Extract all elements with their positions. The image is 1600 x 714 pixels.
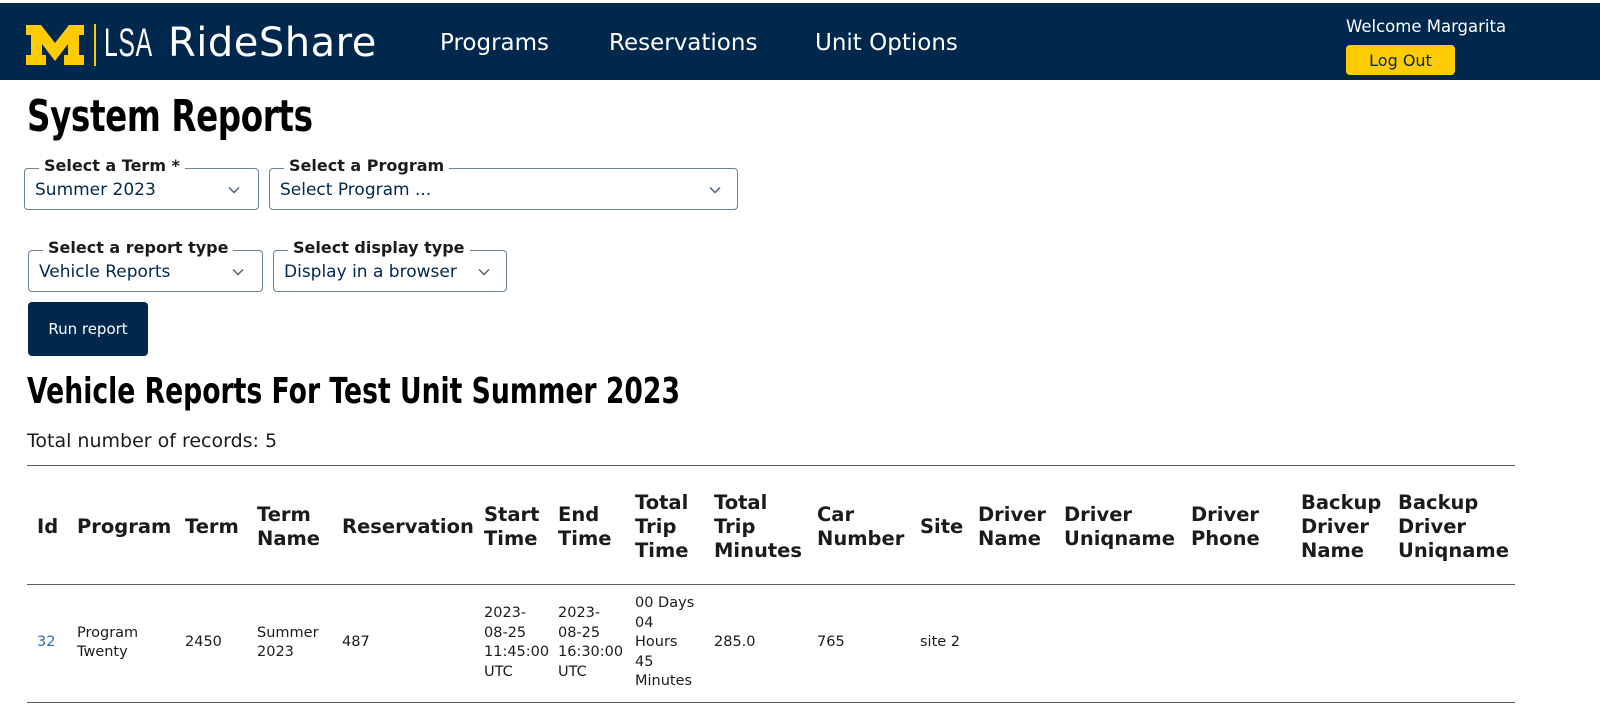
table-cell: 2023- 08-25 16:30:00 UTC bbox=[558, 605, 624, 680]
program-select-label: Select a Program bbox=[284, 156, 450, 175]
display-type-select-value: Display in a browser bbox=[284, 262, 457, 282]
university-m-logo-icon[interactable] bbox=[26, 25, 84, 65]
column-header: Reservation bbox=[342, 515, 474, 538]
table-cell: 2023- 08-25 11:45:00 UTC bbox=[484, 605, 550, 680]
table-cell: 00 Days 04 Hours 45 Minutes bbox=[635, 595, 695, 690]
term-select-label: Select a Term * bbox=[39, 156, 185, 175]
report-type-select-value: Vehicle Reports bbox=[39, 262, 171, 282]
display-type-select[interactable]: Select display type Display in a browser bbox=[273, 238, 507, 292]
table-row-rule bbox=[27, 702, 1515, 703]
table-cell: Program Twenty bbox=[77, 624, 139, 661]
report-type-select-label: Select a report type bbox=[43, 238, 234, 257]
table-top-rule bbox=[27, 465, 1515, 466]
program-select[interactable]: Select a Program Select Program ... bbox=[269, 156, 738, 210]
chevron-down-icon bbox=[478, 269, 490, 276]
display-type-select-label: Select display type bbox=[288, 238, 470, 257]
table-cell: Summer 2023 bbox=[257, 624, 319, 661]
column-header: Backup Driver Name bbox=[1301, 491, 1382, 562]
column-header: Program bbox=[77, 515, 172, 538]
table-cell: 487 bbox=[342, 634, 370, 651]
table-cell: 765 bbox=[817, 634, 845, 651]
chevron-down-icon bbox=[232, 269, 244, 276]
chevron-down-icon bbox=[228, 187, 240, 194]
program-select-value: Select Program ... bbox=[280, 180, 432, 200]
column-header: Driver Uniqname bbox=[1064, 503, 1175, 550]
logo-divider bbox=[94, 24, 96, 66]
column-header: Driver Phone bbox=[1191, 503, 1260, 550]
nav-reservations[interactable]: Reservations bbox=[609, 30, 757, 56]
column-header: Total Trip Minutes bbox=[714, 491, 803, 562]
nav-programs[interactable]: Programs bbox=[440, 30, 549, 56]
table-cell: 285.0 bbox=[714, 634, 756, 651]
record-count: Total number of records: 5 bbox=[27, 430, 278, 452]
column-header: Car Number bbox=[817, 503, 905, 550]
lsa-logo-text: LSA bbox=[104, 21, 153, 65]
chevron-down-icon bbox=[709, 187, 721, 194]
term-select-value: Summer 2023 bbox=[35, 180, 156, 200]
term-select[interactable]: Select a Term * Summer 2023 bbox=[24, 156, 259, 210]
app-brand[interactable]: RideShare bbox=[168, 20, 377, 66]
table-header-rule bbox=[27, 584, 1515, 585]
log-out-button[interactable]: Log Out bbox=[1346, 45, 1455, 75]
report-title: Vehicle Reports For Test Unit Summer 202… bbox=[27, 371, 680, 412]
top-navigation-bar: LSA RideShare Programs Reservations Unit… bbox=[0, 3, 1600, 80]
run-report-button[interactable]: Run report bbox=[28, 302, 148, 356]
table-cell: site 2 bbox=[920, 634, 961, 651]
report-type-select[interactable]: Select a report type Vehicle Reports bbox=[28, 238, 263, 292]
welcome-message: Welcome Margarita bbox=[1346, 17, 1507, 36]
nav-unit-options[interactable]: Unit Options bbox=[815, 30, 958, 56]
column-header: Backup Driver Uniqname bbox=[1398, 491, 1509, 562]
record-id-link[interactable]: 32 bbox=[37, 633, 55, 653]
page-title: System Reports bbox=[27, 91, 313, 142]
table-cell: 2450 bbox=[185, 634, 222, 651]
